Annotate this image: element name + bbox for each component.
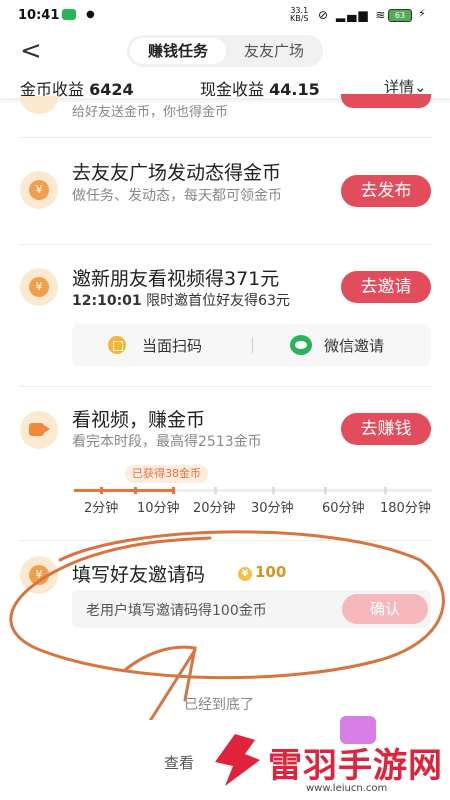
milestone-label: 20分钟 xyxy=(193,501,236,516)
task-title: 去友友广场发动态得金币 xyxy=(72,162,282,184)
go-publish-button[interactable]: 去发布 xyxy=(341,175,431,207)
milestone-label: 60分钟 xyxy=(322,501,365,516)
signal-icons: ⊘ ▂▄▆ ≋ xyxy=(318,8,388,22)
cash-earnings: 现金收益 44.15 xyxy=(200,80,320,99)
cut-task-desc: 给好友送金币，你也得金币 xyxy=(72,105,229,120)
charging-icon: ⚡ xyxy=(418,7,426,20)
wechat-notification-icon xyxy=(62,9,76,20)
earned-badge: 已获得38金币 xyxy=(125,465,208,483)
status-time: 10:41 xyxy=(18,8,60,23)
battery-icon: 63 xyxy=(388,9,412,22)
coin-icon: ¥ xyxy=(20,268,58,306)
wechat-icon xyxy=(290,335,312,355)
coin-icon xyxy=(20,96,58,114)
watermark-text: 雷羽手游网 xyxy=(268,746,443,786)
task-title: 邀新朋友看视频得371元 xyxy=(72,268,280,290)
tab-friends-square[interactable]: 友友广场 xyxy=(227,38,321,64)
view-more-link[interactable]: 查看 xyxy=(164,752,194,773)
milestone-label: 2分钟 xyxy=(84,501,119,516)
task-desc: 做任务、发动态，每天都可领金币 xyxy=(72,188,282,204)
video-camera-icon xyxy=(20,411,58,449)
video-progress-bar xyxy=(74,487,432,494)
invite-options: 当面扫码 微信邀请 xyxy=(72,324,431,366)
top-bar: < 赚钱任务 友友广场 xyxy=(0,30,450,72)
go-earn-button[interactable]: 去赚钱 xyxy=(341,413,431,445)
go-invite-button[interactable]: 去邀请 xyxy=(341,271,431,303)
task-title: 看视频，赚金币 xyxy=(72,409,206,431)
network-speed: 33.1 KB/S xyxy=(290,6,309,23)
milestone-label: 30分钟 xyxy=(251,501,294,516)
watermark-logo xyxy=(215,734,260,786)
cut-task-button[interactable] xyxy=(341,94,431,108)
wechat-invite-option[interactable]: 微信邀请 xyxy=(324,335,384,356)
tab-switcher: 赚钱任务 友友广场 xyxy=(127,35,323,67)
dot-icon: ● xyxy=(86,9,95,20)
task-desc: 12:10:01 限时邀首位好友得63元 xyxy=(72,293,290,309)
qr-code-icon xyxy=(108,336,126,354)
task-desc: 看完本时段，最高得2513金币 xyxy=(72,434,262,450)
tab-earn-tasks[interactable]: 赚钱任务 xyxy=(130,38,226,64)
milestone-label: 10分钟 xyxy=(137,501,180,516)
scribble-annotation xyxy=(9,530,445,720)
milestone-label: 180分钟 xyxy=(380,501,431,516)
watermark-url: www.leiucn.com xyxy=(306,783,388,794)
scan-face-to-face-option[interactable]: 当面扫码 xyxy=(142,335,202,356)
end-of-list-text: 已经到底了 xyxy=(184,697,254,713)
coin-icon: ¥ xyxy=(20,171,58,209)
status-bar: 10:41 ● 33.1 KB/S ⊘ ▂▄▆ ≋ 63 ⚡ xyxy=(0,0,450,30)
back-button[interactable]: < xyxy=(20,36,42,66)
